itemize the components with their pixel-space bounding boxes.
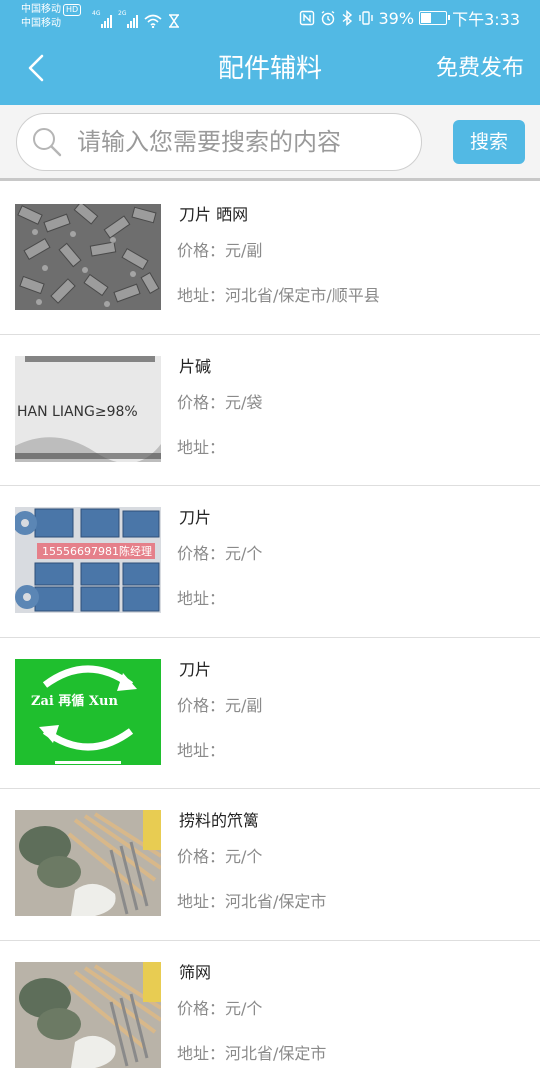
item-price: 价格：元/副 <box>177 695 263 715</box>
search-input[interactable] <box>77 128 397 156</box>
list-item[interactable]: Zai 再循 Xun 刀片 价格：元/副 地址： <box>0 638 540 789</box>
product-image: 15556697981陈经理 <box>15 507 161 613</box>
search-button[interactable]: 搜索 <box>453 120 525 164</box>
item-title: 筛网 <box>179 962 212 982</box>
app-header: 中国移动 HD 中国移动 4G 2G 39% 下午3:33 配件辅料 免费发布 <box>0 0 540 105</box>
item-title: 片碱 <box>179 356 212 376</box>
item-address: 地址： <box>177 740 226 760</box>
list-item[interactable]: 刀片 晒网 价格：元/副 地址：河北省/保定市/顺平县 <box>0 183 540 335</box>
item-title: 刀片 <box>179 659 212 679</box>
item-title: 捞料的笊篱 <box>179 811 260 830</box>
wifi-icon <box>144 14 162 28</box>
product-image <box>15 810 161 916</box>
nfc-icon <box>299 10 314 26</box>
product-image: Zai 再循 Xun <box>15 658 161 765</box>
search-icon <box>33 128 62 157</box>
item-title: 刀片 <box>179 508 212 527</box>
image-caption: 15556697981陈经理 <box>42 544 152 558</box>
signal-icon: 2G <box>118 10 138 28</box>
product-image <box>15 204 161 310</box>
signal-tag: 4G <box>92 10 101 17</box>
item-title: 刀片 晒网 <box>179 205 249 224</box>
signal-tag: 2G <box>118 10 127 17</box>
item-price: 价格：元/袋 <box>177 392 263 412</box>
list-item[interactable]: HAN LIANG≥98% 片碱 价格：元/袋 地址： <box>0 335 540 486</box>
search-bar: 搜索 <box>0 105 540 181</box>
clock: 下午3:33 <box>452 10 520 29</box>
carrier-name-2: 中国移动 <box>21 18 61 29</box>
product-list: 刀片 晒网 价格：元/副 地址：河北省/保定市/顺平县 HAN LIANG≥98… <box>0 183 540 1080</box>
list-item[interactable]: 捞料的笊篱 价格：元/个 地址：河北省/保定市 <box>0 789 540 941</box>
hourglass-icon <box>169 14 179 28</box>
item-price: 价格：元/个 <box>177 544 263 563</box>
item-address: 地址：河北省/保定市/顺平县 <box>177 286 380 305</box>
signal-icon: 4G <box>92 10 112 28</box>
vibrate-icon <box>358 11 373 25</box>
list-item[interactable]: 15556697981陈经理 刀片 价格：元/个 地址： <box>0 486 540 638</box>
item-price: 价格：元/个 <box>177 998 263 1018</box>
network-icons: 4G 2G <box>92 8 180 28</box>
image-caption: Zai 再循 Xun <box>31 693 118 709</box>
search-field[interactable] <box>16 113 422 171</box>
image-caption: HAN LIANG≥98% <box>17 404 138 420</box>
carrier-name-1: 中国移动 <box>21 4 61 15</box>
item-price: 价格：元/副 <box>177 241 263 260</box>
item-address: 地址： <box>177 589 226 608</box>
bluetooth-icon <box>342 10 352 26</box>
product-image: HAN LIANG≥98% <box>15 355 161 462</box>
item-price: 价格：元/个 <box>177 847 263 866</box>
product-image <box>15 961 161 1068</box>
list-item[interactable]: 筛网 价格：元/个 地址：河北省/保定市 <box>0 941 540 1080</box>
item-address: 地址：河北省/保定市 <box>177 892 327 911</box>
title-bar: 配件辅料 免费发布 <box>0 38 540 105</box>
item-address: 地址： <box>177 437 226 457</box>
status-bar: 中国移动 HD 中国移动 4G 2G 39% 下午3:33 <box>0 0 540 38</box>
battery-percent: 39% <box>378 8 415 28</box>
carrier-info: 中国移动 HD 中国移动 <box>21 3 82 31</box>
battery-icon <box>419 11 451 25</box>
hd-badge: HD <box>63 4 82 16</box>
item-address: 地址：河北省/保定市 <box>177 1043 327 1063</box>
free-publish-button[interactable]: 免费发布 <box>436 54 524 84</box>
alarm-icon <box>321 10 334 26</box>
status-right: 39% 下午3:33 <box>299 8 520 29</box>
